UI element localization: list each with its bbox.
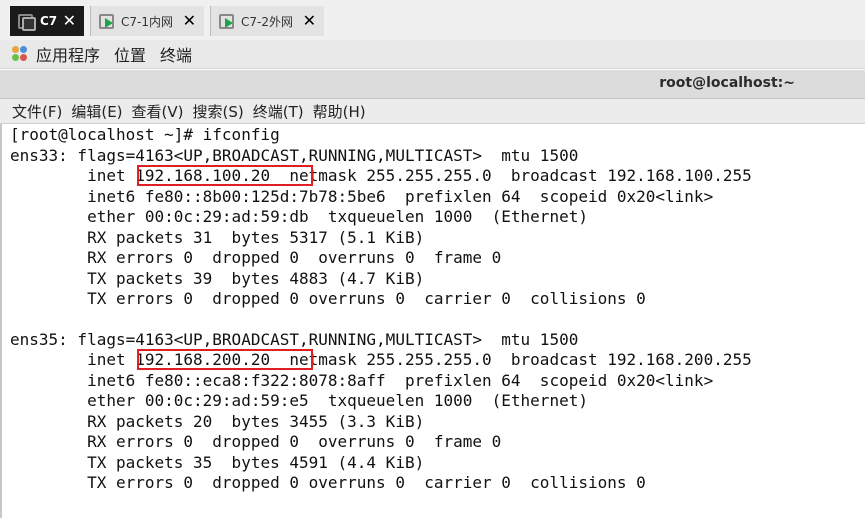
ens35-rx-packets: RX packets 20 bytes 3455 (3.3 KiB): [10, 412, 425, 431]
applications-icon: [12, 46, 28, 62]
ens35-tx-packets: TX packets 35 bytes 4591 (4.4 KiB): [10, 453, 425, 472]
close-icon[interactable]: ✕: [63, 13, 76, 29]
prompt-line: [root@localhost ~]# ifconfig: [10, 125, 280, 144]
ens33-inet: inet 192.168.100.20 netmask 255.255.255.…: [10, 166, 752, 185]
tab-label: C7-2外网: [241, 14, 293, 29]
ens35-inet: inet 192.168.200.20 netmask 255.255.255.…: [10, 350, 752, 369]
ens33-tx-errors: TX errors 0 dropped 0 overruns 0 carrier…: [10, 289, 646, 308]
ip-highlight-box-ens35: [137, 349, 313, 370]
menu-view[interactable]: 查看(V): [130, 101, 186, 122]
ens35-ether: ether 00:0c:29:ad:59:e5 txqueuelen 1000 …: [10, 391, 588, 410]
menu-search[interactable]: 搜索(S): [191, 101, 246, 122]
ip-highlight-box-ens33: [137, 165, 313, 186]
menu-edit[interactable]: 编辑(E): [69, 101, 124, 122]
vm-icon: [16, 12, 36, 31]
tab-label: C7-1内网: [121, 14, 173, 29]
terminal-menubar: 文件(F) 编辑(E) 查看(V) 搜索(S) 终端(T) 帮助(H): [0, 99, 865, 124]
places-menu[interactable]: 位置: [114, 42, 146, 66]
gnome-top-bar: 应用程序 位置 终端: [0, 40, 865, 69]
ens33-inet6: inet6 fe80::8b00:125d:7b78:5be6 prefixle…: [10, 187, 714, 206]
ens35-tx-errors: TX errors 0 dropped 0 overruns 0 carrier…: [10, 473, 646, 492]
ens33-ether: ether 00:0c:29:ad:59:db txqueuelen 1000 …: [10, 207, 588, 226]
ens33-tx-packets: TX packets 39 bytes 4883 (4.7 KiB): [10, 269, 425, 288]
ens35-header: ens35: flags=4163<UP,BROADCAST,RUNNING,M…: [10, 330, 579, 349]
ens35-rx-errors: RX errors 0 dropped 0 overruns 0 frame 0: [10, 432, 502, 451]
close-icon[interactable]: ✕: [303, 13, 316, 29]
menu-help[interactable]: 帮助(H): [311, 101, 368, 122]
applications-menu[interactable]: 应用程序: [36, 42, 100, 66]
ens35-inet6: inet6 fe80::eca8:f322:8078:8aff prefixle…: [10, 371, 714, 390]
menu-file[interactable]: 文件(F): [10, 101, 64, 122]
terminal-app-menu[interactable]: 终端: [160, 42, 192, 66]
tab-label: C7: [40, 14, 58, 28]
close-icon[interactable]: ✕: [183, 13, 196, 29]
ens33-header: ens33: flags=4163<UP,BROADCAST,RUNNING,M…: [10, 146, 579, 165]
ens33-rx-errors: RX errors 0 dropped 0 overruns 0 frame 0: [10, 248, 502, 267]
vm-tab-bar: C7 ✕ C7-1内网 ✕ C7-2外网 ✕: [0, 0, 865, 40]
vm-running-icon: [217, 12, 235, 30]
terminal-output[interactable]: [root@localhost ~]# ifconfig ens33: flag…: [0, 124, 865, 518]
tab-c7[interactable]: C7 ✕: [10, 6, 84, 36]
tab-c7-2[interactable]: C7-2外网 ✕: [210, 6, 324, 36]
menu-terminal[interactable]: 终端(T): [251, 101, 306, 122]
window-title: root@localhost:~: [659, 75, 795, 91]
tab-c7-1[interactable]: C7-1内网 ✕: [90, 6, 204, 36]
ens33-rx-packets: RX packets 31 bytes 5317 (5.1 KiB): [10, 228, 425, 247]
window-title-bar[interactable]: root@localhost:~: [0, 70, 865, 99]
vm-running-icon: [97, 12, 115, 30]
